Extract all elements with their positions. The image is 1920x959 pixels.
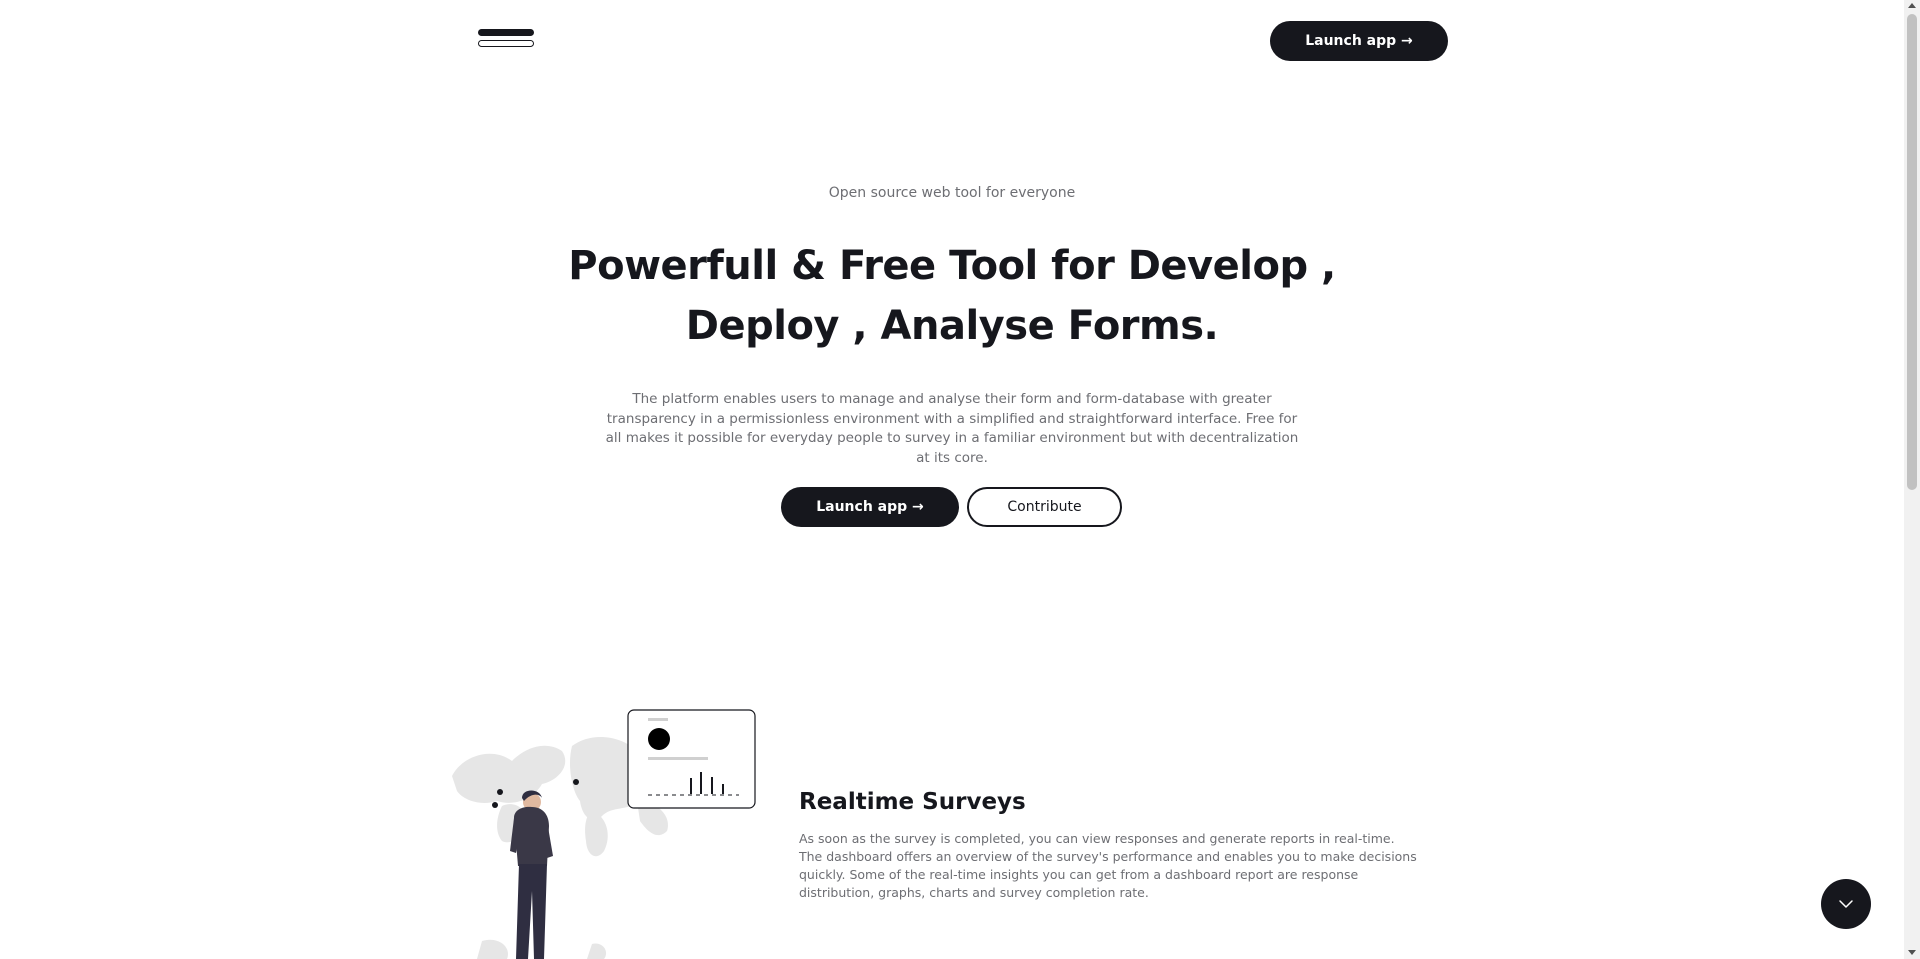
hero-description: The platform enables users to manage and… [605,391,1299,466]
scroll-up-arrow-icon[interactable] [1908,3,1916,8]
hero-title: Powerfull & Free Tool for Develop , Depl… [568,243,1336,349]
chevron-down-icon [1839,900,1853,908]
feature-description: As soon as the survey is completed, you … [799,831,1417,900]
page-scrollbar[interactable] [1904,0,1920,959]
contribute-button[interactable]: Contribute [967,487,1122,527]
nav-launch-app-button[interactable]: Launch app → [1270,21,1448,61]
scrollbar-thumb[interactable] [1907,14,1917,490]
page: Launch app → Open source web tool for ev… [0,0,1904,959]
scroll-down-button[interactable] [1821,879,1871,929]
hero-eyebrow: Open source web tool for everyone [828,185,1076,201]
menu-bars-logo-icon[interactable] [478,29,534,49]
feature-title: Realtime Surveys [799,789,1026,815]
person-looking-at-world-map-dashboard-illustration [452,709,756,959]
scroll-down-arrow-icon[interactable] [1908,950,1916,955]
hero-launch-app-button[interactable]: Launch app → [781,487,959,527]
